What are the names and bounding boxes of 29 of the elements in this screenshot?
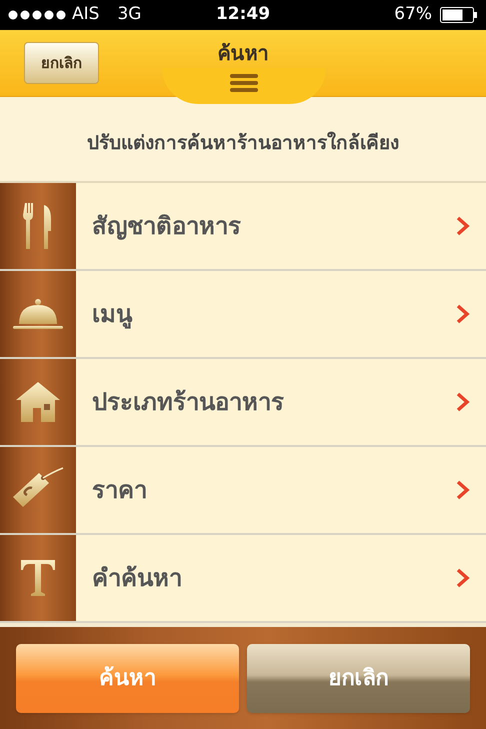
chevron-right-icon [456,480,470,500]
subtitle: ปรับแต่งการค้นหาร้านอาหารใกล้เคียง [87,130,399,156]
list-item[interactable]: ประเภทร้านอาหาร [0,359,486,447]
house-icon [16,382,60,422]
chevron-right-icon [456,568,470,588]
chevron-right-icon [456,392,470,412]
cancel-button[interactable]: ยกเลิก [24,42,99,84]
text-icon [21,560,55,596]
list-item[interactable]: ราคา [0,447,486,535]
item-label: เมนู [92,299,132,331]
item-label: คำค้นหา [92,563,182,594]
chevron-right-icon [456,216,470,236]
signal-icon [8,10,66,20]
item-label: ราคา [92,475,147,506]
list-item[interactable]: คำค้นหา [0,535,486,623]
battery-percent: 67% [394,3,432,26]
item-label: ประเภทร้านอาหาร [92,387,284,418]
page-title: ค้นหา [218,40,268,67]
list-item[interactable]: เมนู [0,271,486,359]
carrier-name: AIS [72,3,100,26]
clock: 12:49 [214,3,272,26]
fork-knife-icon [23,203,53,249]
item-label: สัญชาติอาหาร [92,211,241,242]
network-type: 3G [117,3,142,26]
cloche-icon [13,298,63,330]
chevron-right-icon [456,304,470,324]
menu-icon[interactable] [230,73,258,93]
battery-icon [440,7,478,23]
list-item[interactable]: สัญชาติอาหาร [0,183,486,271]
